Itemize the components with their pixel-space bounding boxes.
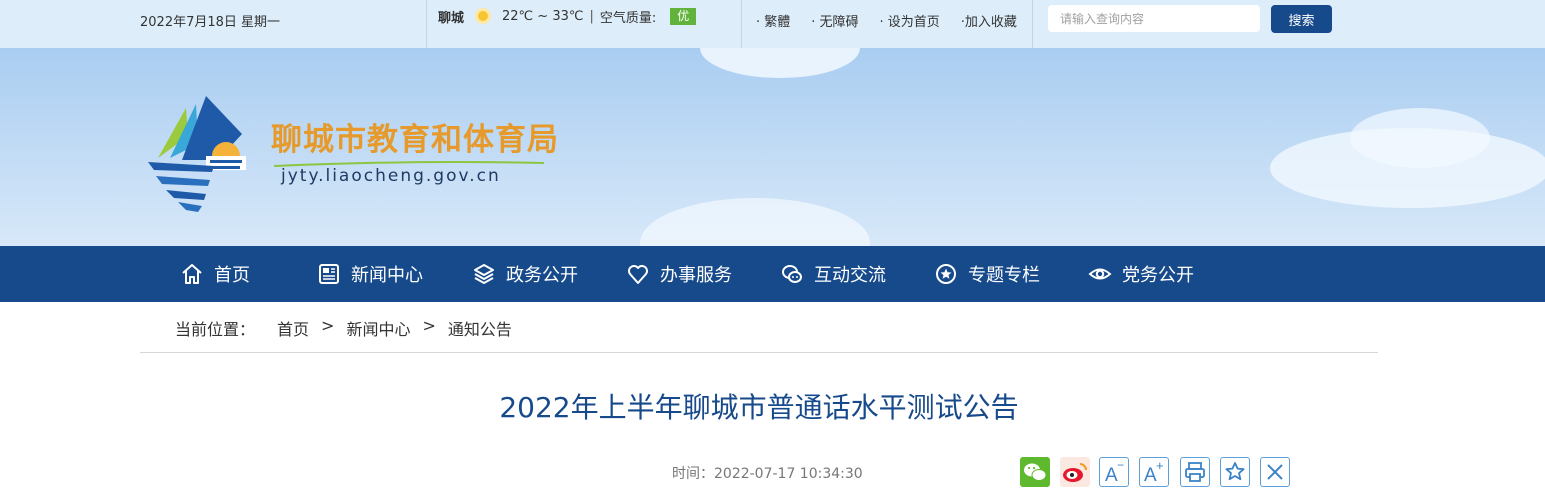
publish-time-label: 时间：	[672, 466, 714, 482]
print-button[interactable]	[1180, 457, 1210, 487]
chat-icon	[782, 265, 802, 283]
weibo-icon	[1060, 457, 1090, 487]
search-input[interactable]	[1048, 5, 1260, 32]
close-button[interactable]	[1260, 457, 1290, 487]
search-button[interactable]: 搜索	[1271, 5, 1332, 33]
sun-icon	[475, 8, 492, 24]
print-icon	[1185, 462, 1205, 482]
weather-divider: |	[589, 8, 594, 24]
nav-item-label: 互动交流	[814, 265, 886, 286]
top-bar: 2022年7月18日 星期一 聊城 22℃ ~ 33℃ | 空气质量: 优 · …	[0, 0, 1545, 48]
heart-icon	[628, 265, 648, 284]
top-divider	[1032, 0, 1033, 48]
article-title: 2022年上半年聊城市普通话水平测试公告	[499, 391, 1019, 424]
weather-temperature: 22℃ ~ 33℃	[502, 8, 584, 24]
breadcrumb-news-center[interactable]: 新闻中心	[346, 316, 410, 340]
cloud-decoration	[700, 48, 860, 78]
cloud-decoration	[1350, 108, 1490, 168]
site-title: 聊城市教育和体育局	[271, 122, 559, 158]
air-quality-label: 空气质量:	[599, 10, 657, 26]
weather-widget: 聊城 22℃ ~ 33℃ | 空气质量: 优	[438, 6, 697, 26]
nav-item-services[interactable]: 办事服务	[626, 246, 732, 302]
nav-item-label: 政务公开	[506, 265, 578, 286]
nav-item-home[interactable]: 首页	[180, 246, 250, 302]
link-add-favorite[interactable]: ·加入收藏	[961, 11, 1017, 30]
current-date: 2022年7月18日 星期一	[140, 15, 281, 30]
breadcrumb-notices[interactable]: 通知公告	[448, 316, 512, 340]
main-nav: 首页 新闻中心 政务公开 办事服务 互动交流 专题专栏 党务公开	[0, 246, 1545, 302]
nav-item-label: 首页	[214, 265, 250, 286]
layers-icon	[474, 264, 494, 284]
eye-icon	[1088, 268, 1112, 280]
cloud-decoration	[640, 198, 870, 246]
nav-item-label: 专题专栏	[968, 265, 1040, 286]
newspaper-icon	[319, 264, 339, 284]
font-increase-sign: +	[1156, 458, 1164, 473]
nav-item-government-affairs[interactable]: 政务公开	[472, 246, 578, 302]
weather-city: 聊城	[438, 10, 465, 26]
home-icon	[182, 264, 202, 284]
top-divider	[426, 0, 427, 48]
font-decrease-icon: A −	[1105, 458, 1124, 486]
nav-item-special-topics[interactable]: 专题专栏	[934, 246, 1040, 302]
content-divider	[140, 352, 1378, 353]
close-icon	[1267, 464, 1283, 480]
nav-item-news[interactable]: 新闻中心	[317, 246, 423, 302]
site-url: jyty.liaocheng.gov.cn	[281, 166, 501, 186]
publish-time: 时间：2022-07-17 10:34:30	[672, 463, 863, 483]
breadcrumb-label: 当前位置：	[175, 320, 256, 339]
breadcrumb-separator: >	[422, 316, 436, 335]
font-decrease-button[interactable]: A −	[1099, 457, 1129, 487]
top-divider	[741, 0, 742, 48]
share-wechat-button[interactable]	[1020, 457, 1050, 487]
link-set-homepage[interactable]: · 设为首页	[880, 11, 940, 30]
header-banner: 聊城市教育和体育局 jyty.liaocheng.gov.cn	[0, 48, 1545, 246]
font-increase-icon: A +	[1144, 458, 1164, 486]
share-weibo-button[interactable]	[1060, 457, 1090, 487]
star-circle-icon	[936, 264, 956, 284]
nav-item-label: 新闻中心	[351, 265, 423, 286]
nav-item-label: 党务公开	[1122, 265, 1194, 286]
breadcrumb-separator: >	[321, 316, 335, 335]
favorite-button[interactable]	[1220, 457, 1250, 487]
link-accessibility[interactable]: · 无障碍	[811, 11, 858, 30]
top-links: · 繁體 · 无障碍 · 设为首页 ·加入收藏	[756, 11, 1038, 30]
link-traditional-chinese[interactable]: · 繁體	[756, 11, 790, 30]
nav-item-label: 办事服务	[660, 265, 732, 286]
bureau-logo[interactable]	[140, 96, 248, 214]
font-increase-button[interactable]: A +	[1139, 457, 1169, 487]
breadcrumb: 当前位置： 首页 > 新闻中心 > 通知公告	[175, 316, 512, 340]
nav-item-interaction[interactable]: 互动交流	[780, 246, 886, 302]
breadcrumb-home[interactable]: 首页	[277, 316, 309, 340]
favorite-icon	[1225, 462, 1245, 481]
wechat-icon	[1020, 457, 1050, 487]
nav-item-party-affairs[interactable]: 党务公开	[1088, 246, 1194, 302]
publish-time-value: 2022-07-17 10:34:30	[714, 466, 863, 482]
font-decrease-sign: −	[1117, 458, 1124, 472]
air-quality-badge: 优	[670, 7, 697, 25]
